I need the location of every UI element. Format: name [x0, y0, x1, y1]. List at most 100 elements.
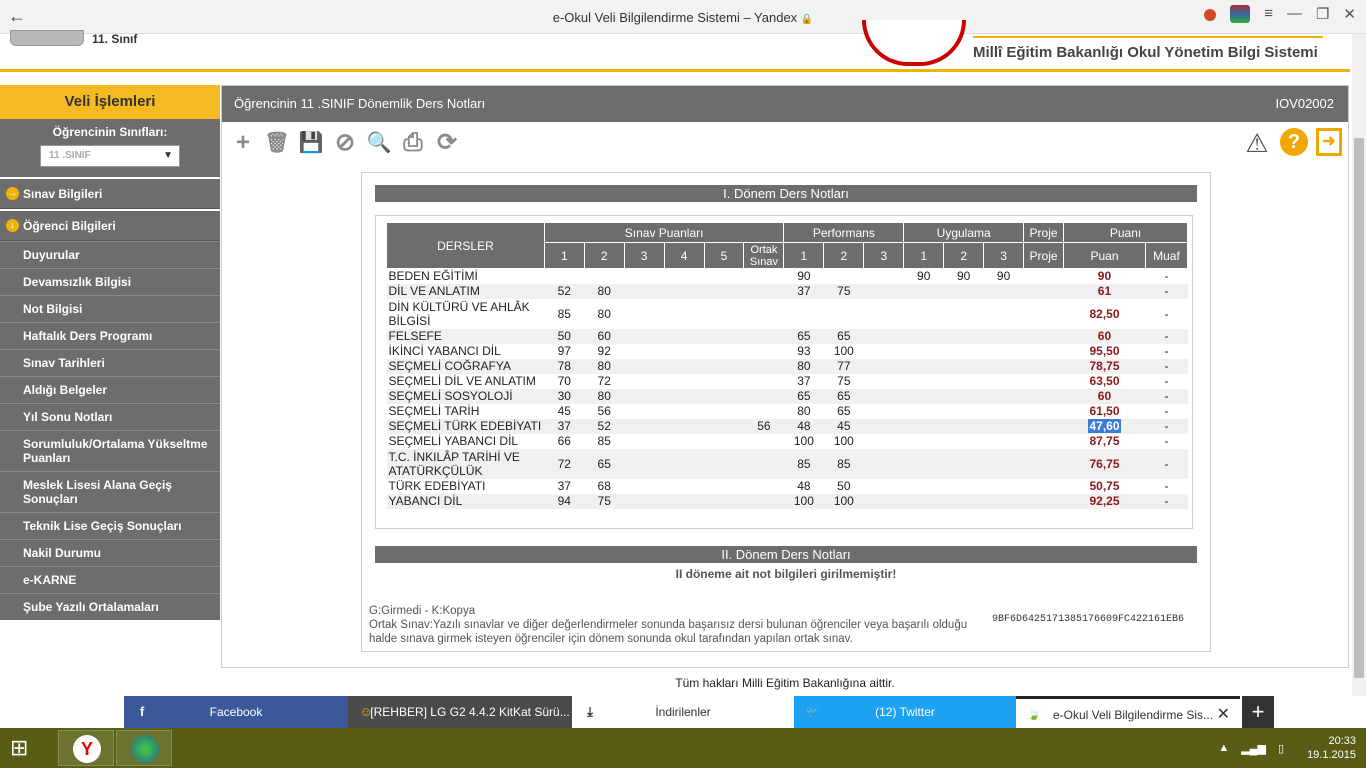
scrollbar-thumb[interactable] [1354, 138, 1364, 678]
tray-arrow-icon[interactable]: ▲ [1218, 742, 1229, 755]
sidebar-item-nakil-durumu[interactable]: Nakil Durumu [0, 539, 220, 566]
search-icon[interactable]: 🔍 [364, 128, 394, 158]
sidebar-item-teknik-lise[interactable]: Teknik Lise Geçiş Sonuçları [0, 512, 220, 539]
grade-cell [624, 388, 665, 404]
sidebar-item-yil-sonu-notlari[interactable]: Yıl Sonu Notları [0, 403, 220, 430]
browser-title-bar: ← e-Okul Veli Bilgilendirme Sistemi – Ya… [0, 0, 1366, 34]
grade-cell: 90 [943, 268, 984, 284]
cancel-icon[interactable]: ⊘ [330, 128, 360, 158]
grade-cell: 68 [584, 478, 625, 494]
close-window-icon[interactable]: ✕ [1343, 5, 1356, 23]
grade-cell [624, 433, 665, 449]
grade-cell [624, 298, 665, 329]
grade-cell [624, 343, 665, 359]
col-header-sinav-puanlari: Sınav Puanları [543, 222, 785, 243]
add-icon[interactable]: + [228, 128, 258, 158]
grade-cell: 85 [823, 448, 864, 479]
class-label: 11. Sınıf [92, 32, 138, 46]
class-select[interactable]: 11 .SINIF ▼ [40, 145, 180, 167]
winrar-icon[interactable] [1230, 5, 1251, 23]
sidebar-item-ders-programi[interactable]: Haftalık Ders Programı [0, 322, 220, 349]
grade-cell [743, 283, 784, 299]
ladybug-extension-icon[interactable] [1204, 9, 1217, 21]
ministry-title: Millî Eğitim Bakanlığı Okul Yönetim Bilg… [973, 44, 1318, 61]
delete-icon[interactable]: 🗑 [262, 128, 292, 158]
sidebar-item-sinav-bilgileri[interactable]: → Sınav Bilgileri [0, 179, 220, 209]
grade-cell [903, 433, 944, 449]
table-row: FELSEFE 50 60 65 65 60- [386, 328, 1188, 344]
grade-cell: 37 [544, 418, 585, 434]
tab-twitter[interactable]: 🐦 (12) Twitter [794, 696, 1016, 728]
help-icon[interactable]: ? [1280, 128, 1308, 156]
grade-cell [943, 388, 984, 404]
warning-icon[interactable]: ⚠ [1242, 128, 1272, 158]
sidebar-item-duyurular[interactable]: Duyurular [0, 241, 220, 268]
sidebar-item-sube-yazili[interactable]: Şube Yazılı Ortalamaları [0, 593, 220, 620]
selected-score: 47,60 [1088, 419, 1121, 433]
signal-icon[interactable]: ▂▄▆ [1241, 742, 1266, 755]
restore-icon[interactable]: ❐ [1316, 5, 1329, 23]
print-icon[interactable]: ⎙ [398, 128, 428, 158]
grade-cell [863, 403, 904, 419]
grade-cell [743, 433, 784, 449]
grade-cell [1023, 418, 1064, 434]
save-icon[interactable]: 💾 [296, 128, 326, 158]
grade-cell [664, 493, 705, 509]
course-name: İKİNCİ YABANCI DİL [386, 343, 545, 359]
course-name: DİL VE ANLATIM [386, 283, 545, 299]
page-scrollbar[interactable] [1352, 34, 1366, 696]
grade-cell [983, 343, 1024, 359]
taskbar-download-manager[interactable] [116, 730, 172, 766]
arrow-right-circle-icon: → [6, 187, 19, 200]
tab-downloads[interactable]: ⤓ İndirilenler [572, 696, 794, 728]
sidebar-item-not-bilgisi[interactable]: Not Bilgisi [0, 295, 220, 322]
windows-start-icon[interactable]: ⊞ [10, 736, 38, 760]
grade-cell [823, 268, 864, 284]
grade-cell [983, 448, 1024, 479]
exempt-cell: - [1145, 298, 1188, 329]
battery-icon[interactable]: ▯ [1278, 742, 1284, 755]
grade-cell [863, 493, 904, 509]
sidebar-item-sorumluluk[interactable]: Sorumluluk/Ortalama Yükseltme Puanları [0, 430, 220, 471]
grade-cell [664, 433, 705, 449]
tab-eokul[interactable]: 🍃 e-Okul Veli Bilgilendirme Sis... ✕ [1016, 696, 1240, 728]
notes: G:Girmedi - K:Kopya Ortak Sınav:Yazılı s… [369, 604, 969, 646]
grade-cell: 60 [584, 328, 625, 344]
col-sub-u2: 2 [943, 242, 985, 269]
sidebar-item-devamsizlik[interactable]: Devamsızlık Bilgisi [0, 268, 220, 295]
new-tab-button[interactable]: + [1242, 696, 1274, 728]
sidebar-item-aldigi-belgeler[interactable]: Aldığı Belgeler [0, 376, 220, 403]
sidebar-item-e-karne[interactable]: e-KARNE [0, 566, 220, 593]
grade-cell [943, 283, 984, 299]
grade-cell: 48 [783, 418, 824, 434]
menu-icon[interactable]: ≡ [1264, 5, 1273, 23]
grade-cell [863, 328, 904, 344]
grade-cell [743, 403, 784, 419]
col-sub-muaf: Muaf [1144, 242, 1189, 269]
taskbar-yandex[interactable]: Y [58, 730, 114, 766]
grade-cell [704, 358, 744, 374]
grade-cell [624, 418, 665, 434]
clock[interactable]: 20:33 19.1.2015 [1307, 734, 1356, 762]
grade-cell: 65 [823, 403, 864, 419]
grade-cell: 50 [544, 328, 585, 344]
exit-icon[interactable]: ➜ [1316, 128, 1342, 156]
grade-cell: 65 [783, 388, 824, 404]
grade-cell [983, 298, 1024, 329]
legend-text: G:Girmedi - K:Kopya [369, 605, 476, 617]
grade-cell: 80 [783, 403, 824, 419]
grade-cell [1023, 283, 1064, 299]
sidebar-item-ogrenci-bilgileri[interactable]: ↓ Öğrenci Bilgileri [0, 211, 220, 241]
grade-cell [943, 373, 984, 389]
class-selector-panel: Öğrencinin Sınıfları: 11 .SINIF ▼ [0, 119, 220, 177]
grade-cell [983, 433, 1024, 449]
sidebar-item-meslek-lisesi[interactable]: Meslek Lisesi Alana Geçiş Sonuçları [0, 471, 220, 512]
tab-facebook[interactable]: f Facebook [124, 696, 348, 728]
sidebar-item-sinav-tarihleri[interactable]: Sınav Tarihleri [0, 349, 220, 376]
tab-rehber[interactable]: ☺ [REHBER] LG G2 4.4.2 KitKat Sürü... [348, 696, 572, 728]
refresh-icon[interactable]: ⟳ [432, 128, 462, 158]
close-tab-icon[interactable]: ✕ [1217, 699, 1230, 731]
grade-cell: 65 [823, 328, 864, 344]
grade-cell [983, 388, 1024, 404]
minimize-icon[interactable]: — [1287, 5, 1302, 23]
